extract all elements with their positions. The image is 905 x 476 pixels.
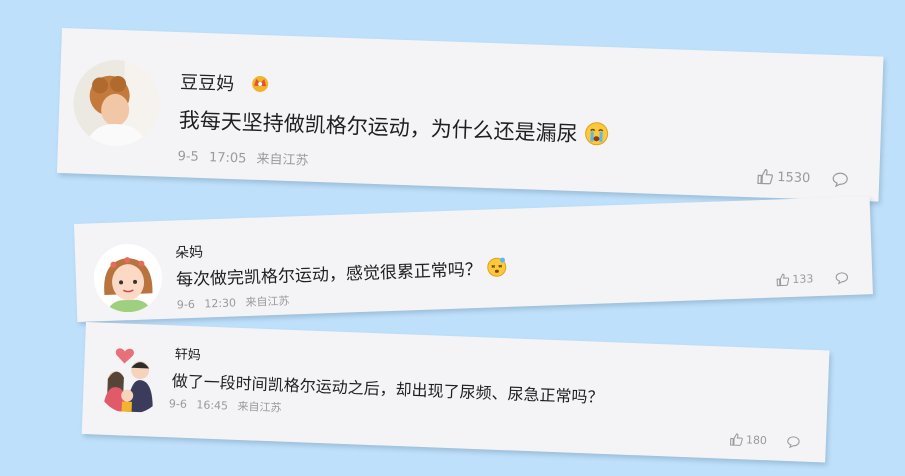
thumbs-up-icon	[757, 168, 774, 185]
comment-text-content: 我每天坚持做凯格尔运动，为什么还是漏尿	[178, 108, 579, 147]
crown-badge-icon	[250, 73, 271, 98]
comment-date: 9-6	[176, 297, 196, 312]
comment-meta: 9-6 12:30 来自江苏	[177, 292, 296, 312]
username[interactable]: 朵妈	[175, 242, 204, 263]
username[interactable]: 轩妈	[175, 343, 202, 363]
comment-bubble-icon	[832, 171, 849, 188]
like-count: 1530	[776, 169, 811, 186]
comment-location: 来自江苏	[245, 294, 290, 310]
dizzy-face-icon	[487, 256, 508, 282]
avatar[interactable]	[71, 58, 161, 148]
comment-actions: 180	[730, 433, 800, 449]
thumbs-up-icon	[730, 433, 743, 446]
comment-date: 9-5	[177, 149, 200, 165]
comment-date: 9-6	[168, 397, 188, 411]
thumbs-up-icon	[776, 273, 790, 287]
comment-card-3: 轩妈 做了一段时间凯格尔运动之后，却出现了尿频、尿急正常吗？ 9-6 16:45…	[81, 322, 830, 463]
like-button[interactable]: 180	[730, 433, 767, 447]
comment-text: 我每天坚持做凯格尔运动，为什么还是漏尿	[178, 104, 609, 150]
comment-actions: 1530	[757, 168, 849, 188]
comment-bubble-icon	[787, 435, 800, 449]
comment-card-2: 朵妈 每次做完凯格尔运动，感觉很累正常吗？ 9-6 12:30 来自江苏 133	[74, 196, 873, 322]
like-count: 133	[792, 272, 814, 286]
comment-text: 每次做完凯格尔运动，感觉很累正常吗？	[176, 254, 508, 293]
reply-button[interactable]	[835, 271, 849, 285]
comment-location: 来自江苏	[237, 399, 282, 415]
like-button[interactable]: 133	[776, 272, 814, 287]
avatar[interactable]	[92, 242, 164, 314]
reply-button[interactable]	[832, 171, 849, 188]
comment-meta: 9-5 17:05 来自江苏	[177, 145, 315, 169]
avatar[interactable]	[95, 342, 168, 415]
comment-text-content: 每次做完凯格尔运动，感觉很累正常吗？	[175, 259, 483, 291]
like-button[interactable]: 1530	[757, 168, 811, 186]
crying-face-icon	[584, 121, 609, 151]
comment-meta: 9-6 16:45 来自江苏	[169, 395, 288, 416]
comment-time: 17:05	[208, 150, 247, 167]
comment-card-1: 豆豆妈 我每天坚持做凯格尔运动，为什么还是漏尿 9-5 17:05 来自江苏 1…	[56, 28, 884, 202]
reply-button[interactable]	[787, 435, 800, 449]
comment-bubble-icon	[835, 271, 849, 285]
comment-location: 来自江苏	[256, 151, 309, 169]
like-count: 180	[745, 433, 768, 448]
comment-actions: 133	[776, 271, 849, 287]
comment-time: 16:45	[196, 398, 229, 413]
comment-time: 12:30	[204, 296, 237, 311]
username[interactable]: 豆豆妈	[180, 68, 235, 96]
